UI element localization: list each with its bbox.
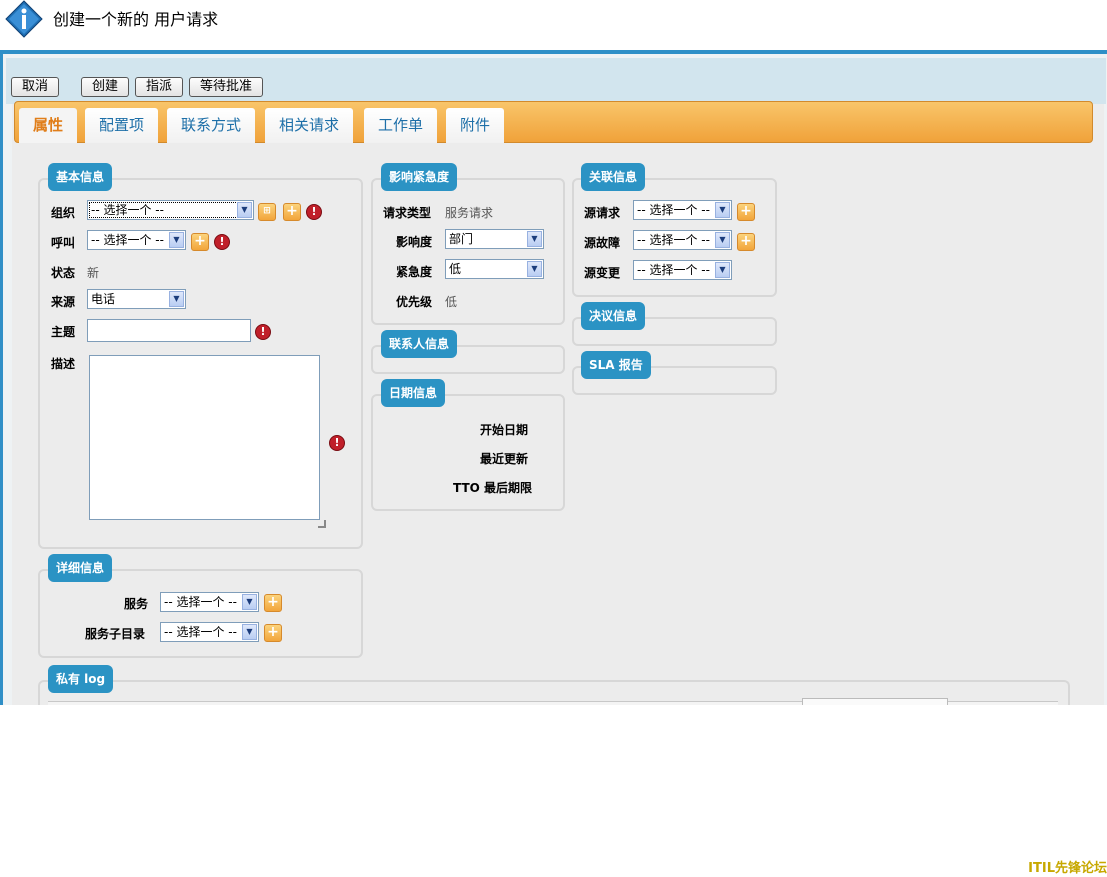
impact-legend: 影响紧急度: [381, 163, 458, 191]
watermark: ITIL先锋论坛: [1028, 861, 1107, 876]
details-legend: 详细信息: [48, 554, 113, 582]
assign-button[interactable]: 指派: [135, 77, 183, 97]
private-log-legend: 私有 log: [48, 665, 114, 693]
source-change-label: 源变更: [584, 266, 621, 280]
tab-properties[interactable]: 属性: [19, 108, 78, 143]
chevron-down-icon: ▼: [715, 262, 730, 278]
source-change-value: -- 选择一个 --: [637, 263, 710, 277]
caller-select[interactable]: -- 选择一个 -- ▼: [87, 230, 186, 250]
request-type-value: 服务请求: [445, 206, 494, 220]
subject-label: 主题: [51, 325, 76, 339]
tab-ci[interactable]: 配置项: [85, 108, 159, 143]
request-type-label: 请求类型: [383, 206, 432, 220]
chevron-down-icon: ▼: [242, 624, 257, 640]
service-select[interactable]: -- 选择一个 -- ▼: [160, 592, 259, 612]
source-select-value: 电话: [91, 292, 116, 306]
impact-select-value: 部门: [449, 232, 474, 246]
chevron-down-icon: ▼: [715, 232, 730, 248]
impact-label: 影响度: [396, 235, 433, 249]
add-org-button[interactable]: +: [283, 203, 301, 221]
source-incident-value: -- 选择一个 --: [637, 233, 710, 247]
source-select[interactable]: 电话 ▼: [87, 289, 186, 309]
tab-attachments[interactable]: 附件: [446, 108, 505, 143]
start-date-label: 开始日期: [480, 423, 529, 437]
subject-input[interactable]: [87, 319, 251, 342]
chevron-down-icon: ▼: [527, 231, 542, 247]
resize-handle-icon[interactable]: [318, 520, 326, 528]
details-fieldset: [38, 569, 363, 658]
create-button[interactable]: 创建: [81, 77, 129, 97]
description-label: 描述: [51, 357, 76, 371]
urgency-label: 紧急度: [396, 265, 433, 279]
status-label: 状态: [51, 266, 76, 280]
source-label: 来源: [51, 295, 76, 309]
chevron-down-icon: ▼: [237, 202, 252, 218]
required-alert-icon: !: [214, 234, 230, 250]
caller-select-value: -- 选择一个 --: [91, 233, 164, 247]
tab-work-orders[interactable]: 工作单: [364, 108, 438, 143]
priority-label: 优先级: [396, 295, 433, 309]
tab-bar: 属性 配置项 联系方式 相关请求 工作单 附件: [14, 101, 1093, 143]
last-update-label: 最近更新: [480, 452, 529, 466]
source-request-value: -- 选择一个 --: [637, 203, 710, 217]
impact-select[interactable]: 部门 ▼: [445, 229, 544, 249]
source-request-label: 源请求: [584, 206, 621, 220]
chevron-down-icon: ▼: [169, 291, 184, 307]
dates-legend: 日期信息: [381, 379, 446, 407]
chevron-down-icon: ▼: [527, 261, 542, 277]
description-textarea[interactable]: [89, 355, 320, 520]
tab-related-requests[interactable]: 相关请求: [265, 108, 354, 143]
chevron-down-icon: ▼: [242, 594, 257, 610]
basic-info-legend: 基本信息: [48, 163, 113, 191]
hierarchy-icon[interactable]: ⊞: [258, 203, 276, 221]
source-change-select[interactable]: -- 选择一个 -- ▼: [633, 260, 732, 280]
urgency-select[interactable]: 低 ▼: [445, 259, 544, 279]
editor-toolbar: [802, 698, 948, 705]
org-select[interactable]: -- 选择一个 -- ▼: [87, 200, 254, 220]
add-source-request-button[interactable]: +: [737, 203, 755, 221]
service-subcategory-value: -- 选择一个 --: [164, 625, 237, 639]
page-title: 创建一个新的 用户请求: [53, 10, 219, 29]
cancel-button[interactable]: 取消: [11, 77, 59, 97]
org-label: 组织: [51, 206, 76, 220]
add-subcategory-button[interactable]: +: [264, 624, 282, 642]
caller-label: 呼叫: [51, 236, 76, 250]
sla-legend: SLA 报告: [581, 351, 651, 379]
source-incident-label: 源故障: [584, 236, 621, 250]
tab-contacts[interactable]: 联系方式: [167, 108, 256, 143]
related-legend: 关联信息: [581, 163, 646, 191]
wait-approval-button[interactable]: 等待批准: [189, 77, 263, 97]
status-value: 新: [87, 266, 100, 280]
org-select-value: -- 选择一个 --: [91, 203, 164, 217]
resolution-legend: 决议信息: [581, 302, 646, 330]
service-subcategory-label: 服务子目录: [85, 627, 146, 641]
add-service-button[interactable]: +: [264, 594, 282, 612]
chevron-down-icon: ▼: [715, 202, 730, 218]
source-incident-select[interactable]: -- 选择一个 -- ▼: [633, 230, 732, 250]
tto-deadline-label: TTO 最后期限: [453, 481, 533, 495]
page-header: 创建一个新的 用户请求: [0, 0, 1107, 50]
urgency-select-value: 低: [449, 262, 462, 276]
service-select-value: -- 选择一个 --: [164, 595, 237, 609]
required-alert-icon: !: [255, 324, 271, 340]
contact-legend: 联系人信息: [381, 330, 458, 358]
priority-value: 低: [445, 295, 458, 309]
service-subcategory-select[interactable]: -- 选择一个 -- ▼: [160, 622, 259, 642]
service-label: 服务: [124, 597, 149, 611]
required-alert-icon: !: [329, 435, 345, 451]
source-request-select[interactable]: -- 选择一个 -- ▼: [633, 200, 732, 220]
chevron-down-icon: ▼: [169, 232, 184, 248]
add-source-incident-button[interactable]: +: [737, 233, 755, 251]
page-background: [0, 705, 1107, 877]
info-icon: [5, 0, 43, 38]
required-alert-icon: !: [306, 204, 322, 220]
add-caller-button[interactable]: +: [191, 233, 209, 251]
